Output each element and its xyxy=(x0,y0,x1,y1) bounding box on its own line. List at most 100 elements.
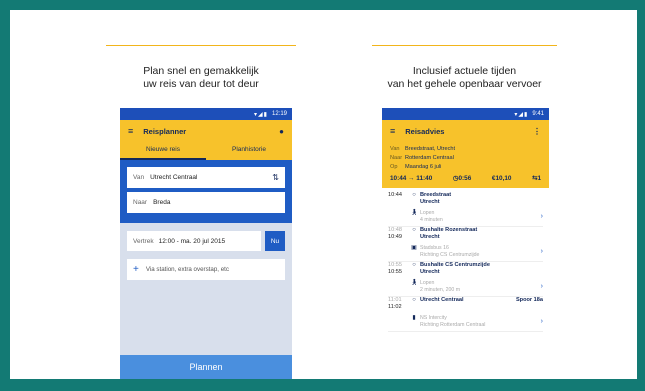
tab-history[interactable]: Planhistorie xyxy=(206,142,292,160)
from-field[interactable]: Van Utrecht Centraal ⇅ xyxy=(127,167,285,188)
planned-time: 11:01 xyxy=(388,297,402,303)
stop-city: Utrecht xyxy=(420,234,440,240)
app-bar: ≡ Reisadvies ⋮ xyxy=(382,120,549,142)
to-label: Naar xyxy=(390,155,403,161)
headline-line: uw reis van deur tot deur xyxy=(143,78,259,90)
leg-mode: NS Intercity xyxy=(420,315,447,321)
leg-detail: 4 minuten xyxy=(420,217,443,223)
leg-detail: Richting Rotterdam Centraal xyxy=(420,322,486,328)
via-placeholder: Via station, extra overstap, etc xyxy=(145,266,229,273)
stop-row: 10:48 10:49 ○ Bushalte Rozenstraat Utrecht xyxy=(388,227,543,243)
leg-mode: Stadsbus 16 xyxy=(420,245,449,251)
leg-detail: Richting CS Centrumzijde xyxy=(420,252,480,258)
trip-price: €10,10 xyxy=(491,175,512,182)
now-button[interactable]: Nu xyxy=(265,231,285,251)
via-field[interactable]: + Via station, extra overstap, etc xyxy=(127,259,285,280)
from-label: Van xyxy=(390,146,400,152)
leg-info: Lopen 2 minuten, 200 m xyxy=(420,280,541,294)
tab-bar: Nieuwe reis Planhistorie xyxy=(120,142,292,160)
app-bar: ≡ Reisplanner ● xyxy=(120,120,292,142)
stop-times: 10:55 10:55 xyxy=(388,262,408,276)
leg-info: Lopen 4 minuten xyxy=(420,210,541,224)
plus-icon: + xyxy=(133,264,139,275)
panel-headline: Plan snel en gemakkelijk uw reis van deu… xyxy=(106,65,296,91)
date-label: Op xyxy=(390,164,398,170)
divider xyxy=(372,45,557,46)
chevron-right-icon: › xyxy=(540,248,543,255)
stop-row: 10:55 10:55 ○ Bushalte CS Centrumzijde Utr… xyxy=(388,262,543,278)
signal-battery-icon: ▾◢▮ xyxy=(254,111,268,118)
transit-row[interactable]: 🚶︎ Lopen 4 minuten › xyxy=(388,208,543,227)
stop-info: Bushalte CS Centrumzijde Utrecht xyxy=(420,262,543,276)
headline-line: Inclusief actuele tijden xyxy=(412,65,517,77)
stop-city: Utrecht xyxy=(420,269,440,275)
planned-time: 10:55 xyxy=(388,262,402,268)
trip-transfers: ⇆1 xyxy=(532,174,541,183)
transit-row[interactable]: ▣ Stadsbus 16 Richting CS Centrumzijde › xyxy=(388,243,543,262)
stop-name: Utrecht Centraal xyxy=(420,297,464,303)
to-field[interactable]: Naar Breda xyxy=(127,192,285,213)
stop-info: Breedstraat Utrecht xyxy=(420,192,543,206)
panel-headline: Inclusief actuele tijden van het gehele … xyxy=(372,65,557,91)
tab-new-trip[interactable]: Nieuwe reis xyxy=(120,142,206,160)
headline-line: Plan snel en gemakkelijk xyxy=(143,65,259,77)
leg-mode: Lopen xyxy=(420,210,435,216)
transit-row[interactable]: 🚶︎ Lopen 2 minuten, 200 m › xyxy=(388,278,543,297)
phone-screenshot: ▾◢▮ 12:19 ≡ Reisplanner ● Nieuwe reis Pl… xyxy=(120,108,292,379)
mic-icon[interactable]: ● xyxy=(279,127,284,136)
stop-dot-icon: ○ xyxy=(412,262,416,268)
stop-dot-icon: ○ xyxy=(412,192,416,198)
trip-summary: 10:44 → 11:40 ◷0:56 €10,10 ⇆1 xyxy=(390,174,541,183)
depart-value: 12:00 - ma. 20 jul 2015 xyxy=(158,237,226,245)
phone-screenshot: ▾◢▮ 9:41 ≡ Reisadvies ⋮ Van Breedstraat, … xyxy=(382,108,549,379)
chevron-right-icon: › xyxy=(540,213,543,220)
more-vert-icon[interactable]: ⋮ xyxy=(533,127,541,136)
bus-icon: ▣ xyxy=(411,245,417,251)
to-label: Naar xyxy=(133,199,148,206)
trip-duration: ◷0:56 xyxy=(453,174,471,183)
leg-info: NS Intercity Richting Rotterdam Centraal xyxy=(420,315,541,329)
time-row: Vertrek 12:00 - ma. 20 jul 2015 Nu xyxy=(120,223,292,251)
status-time: 9:41 xyxy=(532,111,544,117)
menu-icon[interactable]: ≡ xyxy=(128,126,133,136)
menu-icon[interactable]: ≡ xyxy=(390,126,395,136)
walk-icon: 🚶︎ xyxy=(410,210,418,216)
promo-frame: Plan snel en gemakkelijk uw reis van deu… xyxy=(10,10,637,379)
leg-mode: Lopen xyxy=(420,280,435,286)
route-form: Van Utrecht Centraal ⇅ Naar Breda xyxy=(120,160,292,223)
signal-battery-icon: ▾◢▮ xyxy=(514,111,529,118)
stop-name: Bushalte Rozenstraat xyxy=(420,227,478,233)
app-title: Reisplanner xyxy=(143,126,187,136)
depart-field[interactable]: Vertrek 12:00 - ma. 20 jul 2015 xyxy=(127,231,261,251)
chevron-right-icon: › xyxy=(540,318,543,325)
transit-row[interactable]: ▮ NS Intercity Richting Rotterdam Centraa… xyxy=(388,313,543,332)
swap-icon[interactable]: ⇅ xyxy=(272,173,279,182)
depart-label: Vertrek xyxy=(133,237,154,245)
from-label: Van xyxy=(133,174,145,181)
stop-times: 11:01 11:02 xyxy=(388,297,408,311)
from-value: Utrecht Centraal xyxy=(150,174,198,181)
stop-city: Utrecht xyxy=(420,199,440,205)
stop-name: Breedstraat xyxy=(420,192,452,198)
duration-value: 0:56 xyxy=(458,175,472,182)
stop-info: Utrecht Centraal xyxy=(420,297,516,304)
stop-name: Bushalte CS Centrumzijde xyxy=(420,262,490,268)
stop-time: 10:44 xyxy=(388,192,402,198)
stop-time: 10:49 xyxy=(388,234,402,240)
stop-dot-icon: ○ xyxy=(412,297,416,303)
train-icon: ▮ xyxy=(412,315,416,321)
to-value: Rotterdam Centraal xyxy=(405,155,454,161)
walk-icon: 🚶︎ xyxy=(410,280,418,286)
chevron-right-icon: › xyxy=(540,283,543,290)
plan-button[interactable]: Plannen xyxy=(120,355,292,379)
app-title: Reisadvies xyxy=(405,126,445,136)
route-steps: 10:44 ○ Breedstraat Utrecht 🚶︎ Lopen 4 min… xyxy=(382,188,549,332)
status-time: 12:19 xyxy=(271,111,287,117)
transfers-value: 1 xyxy=(537,175,541,182)
leg-info: Stadsbus 16 Richting CS Centrumzijde xyxy=(420,245,541,259)
stop-time: 10:55 xyxy=(388,269,402,275)
to-value: Breda xyxy=(153,199,171,206)
planned-time: 10:48 xyxy=(388,227,402,233)
trip-times: 10:44 → 11:40 xyxy=(390,175,433,182)
advice-promo-panel: Inclusief actuele tijden van het gehele … xyxy=(372,10,557,379)
